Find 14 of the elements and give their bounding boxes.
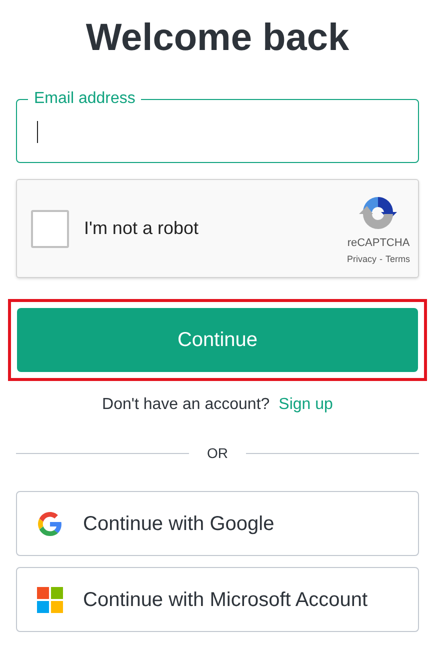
signup-prompt: Don't have an account? (102, 395, 270, 415)
privacy-link[interactable]: Privacy (346, 253, 376, 265)
windows-squares-icon (37, 586, 63, 612)
captcha-label: I'm not a robot (84, 217, 200, 240)
page-title: Welcome back (84, 16, 350, 61)
captcha-checkbox[interactable] (31, 210, 69, 248)
link-separator: - (380, 253, 382, 265)
social-login-button[interactable]: Continue with Google (16, 491, 419, 556)
social-login-button[interactable]: Continue with Microsoft Account (16, 567, 419, 632)
google-logo-icon (38, 512, 62, 536)
terms-link[interactable]: Terms (386, 253, 410, 265)
divider-label: OR (206, 445, 229, 461)
text-cursor (37, 121, 38, 143)
recaptcha-brand: reCAPTCHA (347, 236, 410, 250)
